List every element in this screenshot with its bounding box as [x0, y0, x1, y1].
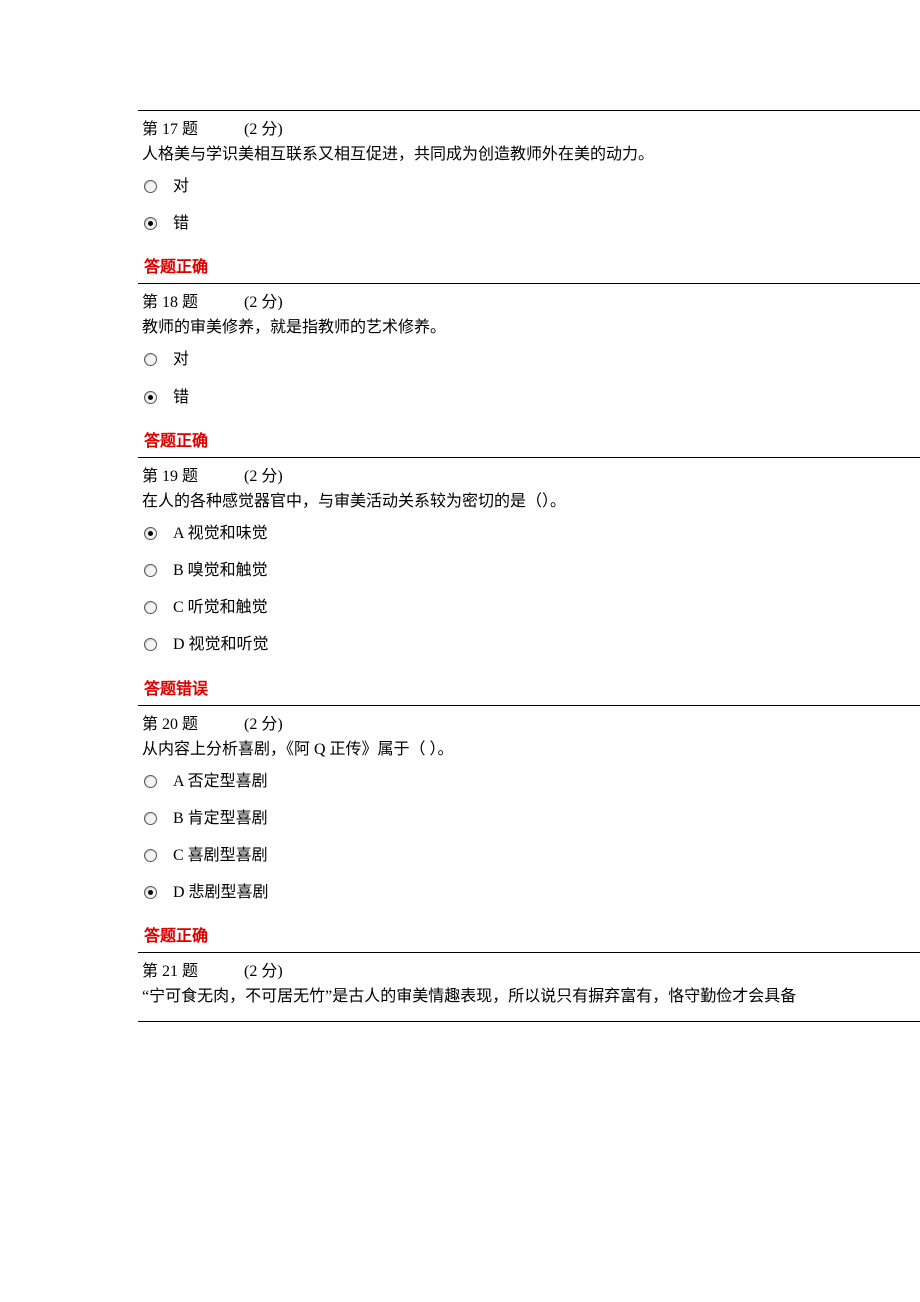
radio-icon[interactable]	[144, 391, 157, 404]
option-row: 错	[142, 214, 920, 233]
question-text: 教师的审美修养，就是指教师的艺术修养。	[142, 316, 920, 340]
question-number: 第 20 题	[142, 710, 198, 734]
question-points: (2 分)	[244, 710, 283, 734]
option-label: 对	[173, 177, 189, 196]
option-label: D 视觉和听觉	[173, 635, 269, 654]
option-row: A 视觉和味觉	[142, 524, 920, 543]
option-label: B 肯定型喜剧	[173, 809, 268, 828]
option-row: D 悲剧型喜剧	[142, 883, 920, 902]
question-header: 第 20 题 (2 分)	[142, 710, 920, 734]
question-number: 第 18 题	[142, 288, 198, 312]
question-text: 在人的各种感觉器官中，与审美活动关系较为密切的是（）。	[142, 490, 920, 514]
quiz-page: 第 17 题 (2 分) 人格美与学识美相互联系又相互促进，共同成为创造教师外在…	[0, 0, 920, 1022]
question-number: 第 17 题	[142, 115, 198, 139]
radio-icon[interactable]	[144, 527, 157, 540]
radio-icon[interactable]	[144, 775, 157, 788]
option-row: C 喜剧型喜剧	[142, 846, 920, 865]
option-row: B 嗅觉和触觉	[142, 561, 920, 580]
radio-icon[interactable]	[144, 886, 157, 899]
radio-icon[interactable]	[144, 812, 157, 825]
question-block: 第 19 题 (2 分) 在人的各种感觉器官中，与审美活动关系较为密切的是（）。…	[138, 457, 920, 705]
question-header: 第 17 题 (2 分)	[142, 115, 920, 139]
question-block: 第 21 题 (2 分) “宁可食无肉，不可居无竹”是古人的审美情趣表现，所以说…	[138, 952, 920, 1021]
question-text: 人格美与学识美相互联系又相互促进，共同成为创造教师外在美的动力。	[142, 143, 920, 167]
option-label: A 否定型喜剧	[173, 772, 268, 791]
result-text: 答题正确	[142, 425, 920, 455]
option-row: 对	[142, 350, 920, 369]
option-label: C 喜剧型喜剧	[173, 846, 268, 865]
option-row: A 否定型喜剧	[142, 772, 920, 791]
radio-icon[interactable]	[144, 353, 157, 366]
question-number: 第 21 题	[142, 957, 198, 981]
question-points: (2 分)	[244, 288, 283, 312]
bottom-border	[138, 1021, 920, 1022]
question-number: 第 19 题	[142, 462, 198, 486]
question-header: 第 19 题 (2 分)	[142, 462, 920, 486]
option-label: 对	[173, 350, 189, 369]
result-text: 答题正确	[142, 920, 920, 950]
question-block: 第 20 题 (2 分) 从内容上分析喜剧，《阿 Q 正传》属于（ ）。 A 否…	[138, 705, 920, 953]
option-row: 对	[142, 177, 920, 196]
question-points: (2 分)	[244, 115, 283, 139]
question-points: (2 分)	[244, 957, 283, 981]
question-text: “宁可食无肉，不可居无竹”是古人的审美情趣表现，所以说只有摒弃富有，恪守勤俭才会…	[142, 985, 920, 1009]
radio-icon[interactable]	[144, 849, 157, 862]
result-text: 答题正确	[142, 251, 920, 281]
option-label: A 视觉和味觉	[173, 524, 268, 543]
radio-icon[interactable]	[144, 601, 157, 614]
option-label: D 悲剧型喜剧	[173, 883, 269, 902]
option-label: 错	[173, 214, 189, 233]
radio-icon[interactable]	[144, 180, 157, 193]
radio-icon[interactable]	[144, 638, 157, 651]
option-label: 错	[173, 388, 189, 407]
option-label: B 嗅觉和触觉	[173, 561, 268, 580]
result-text: 答题错误	[142, 673, 920, 703]
option-row: 错	[142, 388, 920, 407]
option-label: C 听觉和触觉	[173, 598, 268, 617]
option-row: C 听觉和触觉	[142, 598, 920, 617]
radio-icon[interactable]	[144, 564, 157, 577]
radio-icon[interactable]	[144, 217, 157, 230]
option-row: B 肯定型喜剧	[142, 809, 920, 828]
option-row: D 视觉和听觉	[142, 635, 920, 654]
question-header: 第 21 题 (2 分)	[142, 957, 920, 981]
question-block: 第 17 题 (2 分) 人格美与学识美相互联系又相互促进，共同成为创造教师外在…	[138, 110, 920, 283]
question-points: (2 分)	[244, 462, 283, 486]
question-text: 从内容上分析喜剧，《阿 Q 正传》属于（ ）。	[142, 738, 920, 762]
question-block: 第 18 题 (2 分) 教师的审美修养，就是指教师的艺术修养。 对 错 答题正…	[138, 283, 920, 456]
question-header: 第 18 题 (2 分)	[142, 288, 920, 312]
